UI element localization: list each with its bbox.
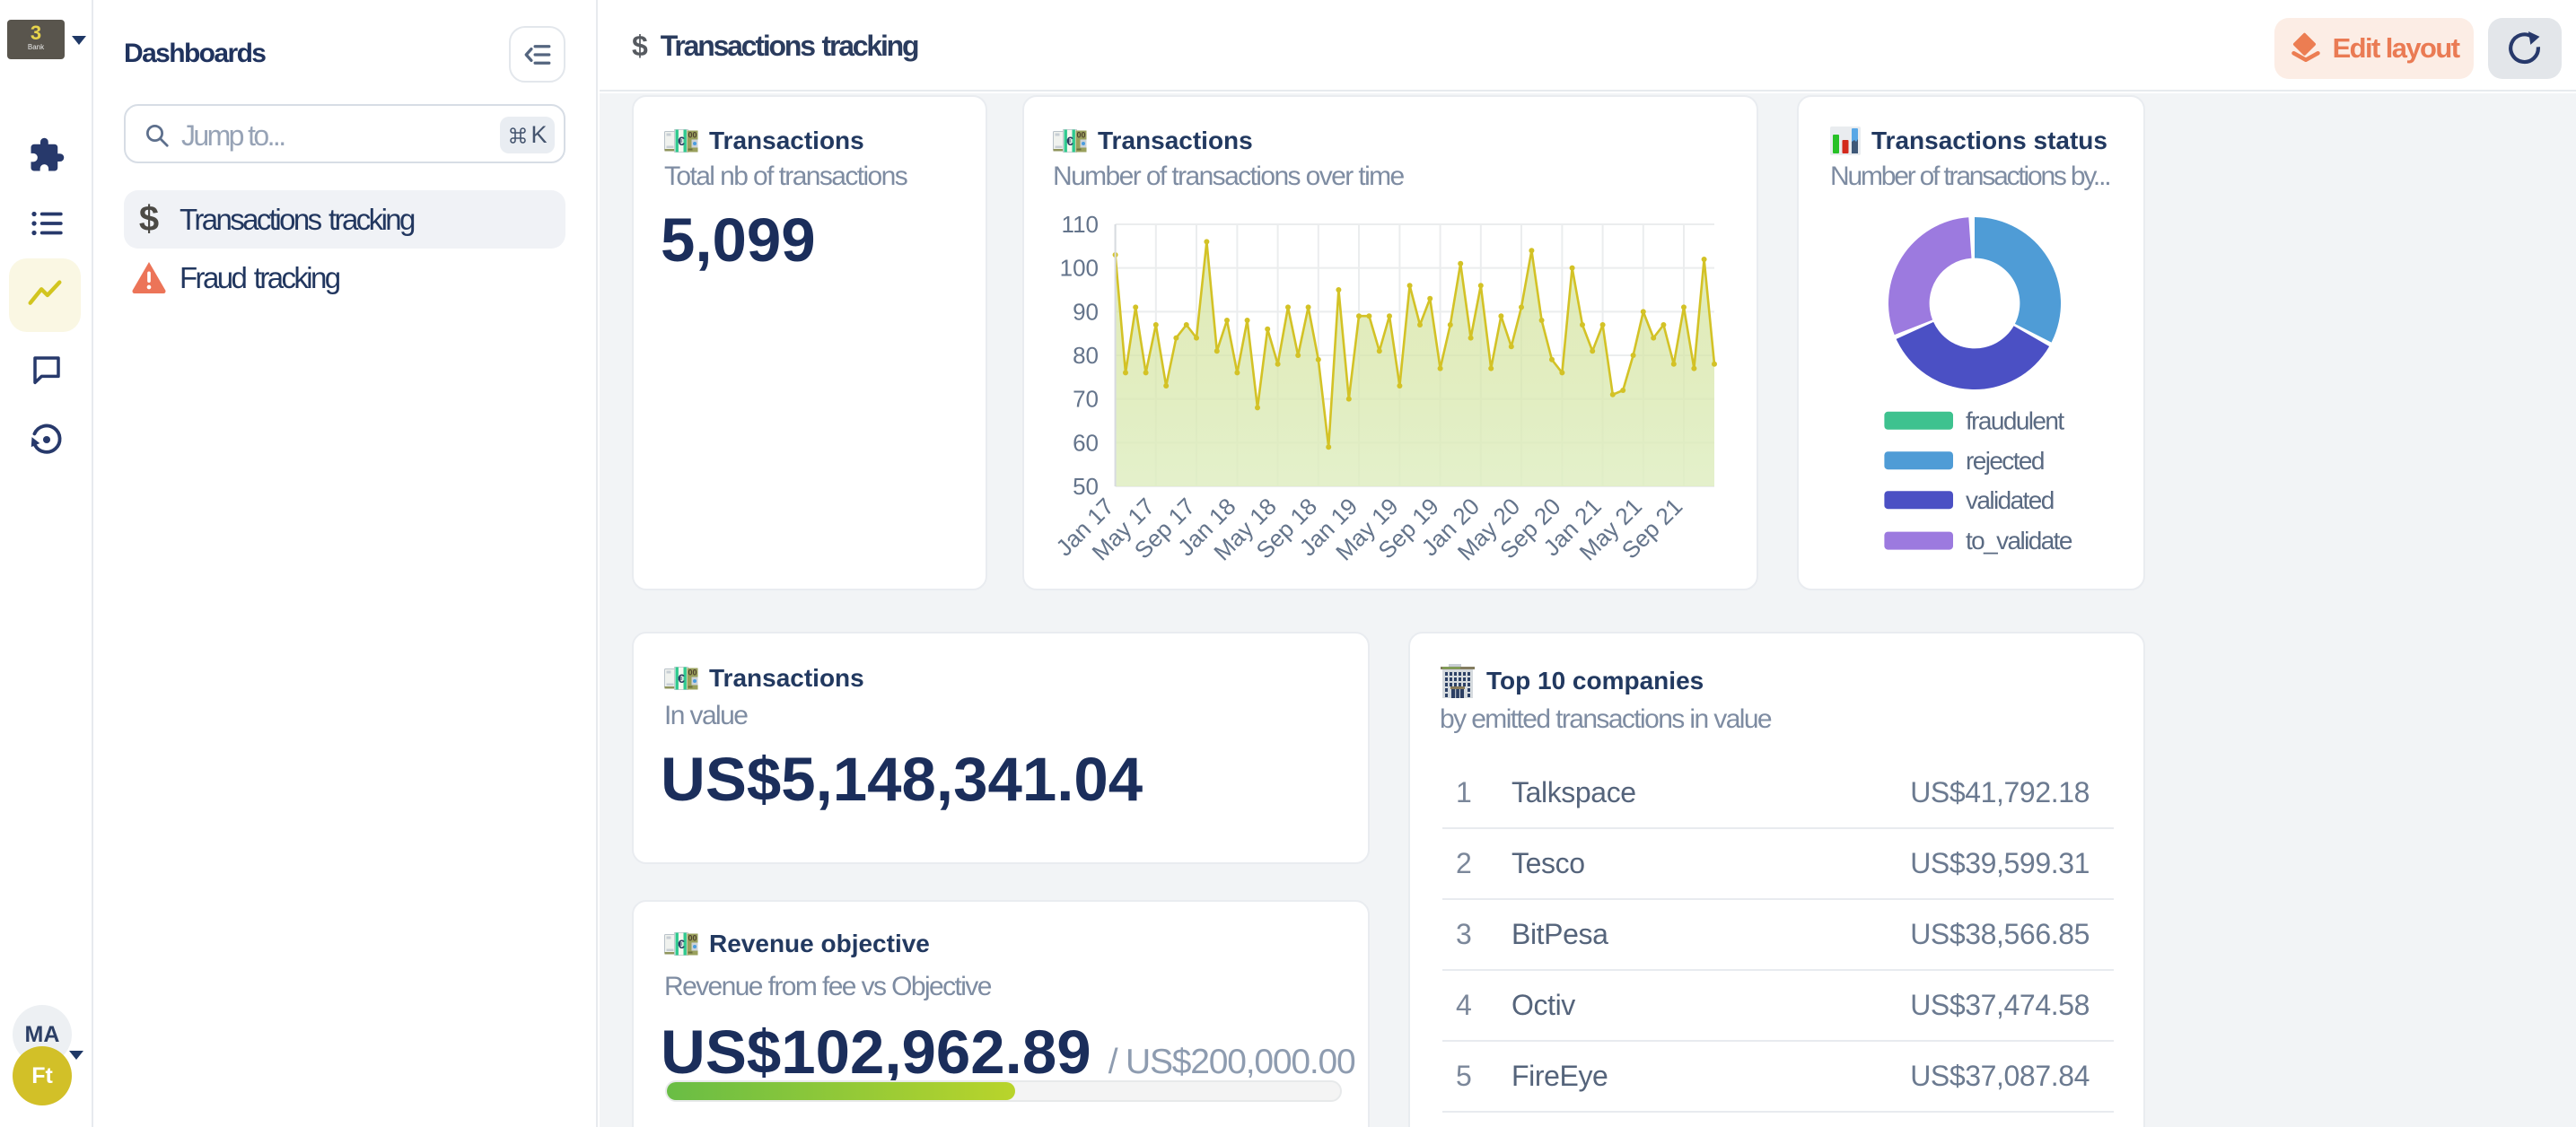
svg-text:€: € (678, 671, 685, 686)
svg-text:€: € (678, 937, 685, 951)
svg-text:00: 00 (688, 668, 697, 677)
svg-text:00: 00 (688, 131, 697, 140)
svg-text:00: 00 (688, 934, 697, 943)
svg-text:fraudulent: fraudulent (1966, 406, 2064, 434)
svg-text:€: € (678, 134, 685, 148)
svg-text:90: 90 (1073, 298, 1099, 325)
svg-text:rejected: rejected (1966, 447, 2044, 475)
svg-text:50: 50 (1073, 473, 1099, 500)
svg-text:70: 70 (1073, 386, 1099, 413)
svg-text:validated: validated (1966, 486, 2054, 514)
svg-text:to_validate: to_validate (1966, 527, 2072, 555)
svg-text:60: 60 (1073, 429, 1099, 456)
svg-text:110: 110 (1062, 211, 1099, 238)
svg-text:80: 80 (1073, 342, 1099, 369)
svg-text:100: 100 (1060, 255, 1099, 282)
